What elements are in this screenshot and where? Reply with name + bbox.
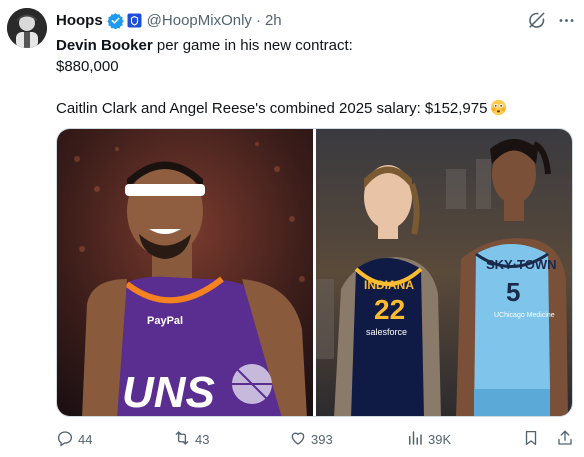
share-icon xyxy=(556,429,574,450)
tweet-line-1-rest: per game in his new contract: xyxy=(152,37,353,54)
tweet-actions: 44 43 393 39K xyxy=(56,428,576,452)
tweet-line-3-text: Caitlin Clark and Angel Reese's combined… xyxy=(56,100,488,117)
like-button[interactable]: 393 xyxy=(289,428,333,450)
repost-count: 43 xyxy=(195,431,210,447)
views-icon xyxy=(406,429,424,450)
repost-button[interactable]: 43 xyxy=(173,428,209,450)
tweet-card[interactable]: Hoops @HoopMixOnly · 2h Devin Booker per… xyxy=(0,0,584,457)
tweet-line-1: Devin Booker per game in his new contrac… xyxy=(56,35,571,56)
more-icon[interactable] xyxy=(557,11,576,30)
verified-badge-icon xyxy=(106,12,124,29)
reply-count: 44 xyxy=(78,431,93,447)
bookmark-icon xyxy=(522,429,540,450)
header-separator: · xyxy=(255,11,261,29)
views-button[interactable]: 39K xyxy=(406,428,451,450)
tweet-line-2: $880,000 xyxy=(56,58,119,75)
author-avatar[interactable] xyxy=(7,8,47,48)
reply-icon xyxy=(56,429,74,450)
author-name[interactable]: Hoops xyxy=(56,12,103,29)
grok-icon[interactable] xyxy=(527,11,546,30)
jersey-sponsor-uchicago: UChicago Medicine xyxy=(494,312,555,319)
author-handle[interactable]: @HoopMixOnly xyxy=(147,12,252,29)
tweet-text: Devin Booker per game in his new contrac… xyxy=(56,35,571,119)
repost-icon xyxy=(173,429,191,450)
reply-button[interactable]: 44 xyxy=(56,428,92,450)
tweet-mention-bold: Devin Booker xyxy=(56,37,153,54)
affiliate-badge-icon xyxy=(127,13,142,28)
tweet-timestamp[interactable]: 2h xyxy=(265,12,282,29)
share-button[interactable] xyxy=(556,428,574,450)
tweet-header: Hoops @HoopMixOnly · 2h xyxy=(56,10,282,30)
jersey-indiana-text: INDIANA xyxy=(364,278,414,292)
views-count: 39K xyxy=(428,431,452,447)
jersey-sky-text: SKY·TOWN xyxy=(486,257,557,272)
bookmark-button[interactable] xyxy=(522,428,540,450)
jersey-number-5: 5 xyxy=(506,277,520,307)
jersey-sponsor-paypal: PayPal xyxy=(147,315,183,327)
jersey-team-text: UNS xyxy=(122,368,215,416)
flushed-face-emoji xyxy=(490,99,507,116)
heart-icon xyxy=(289,429,307,450)
photo-devin-booker[interactable]: PayPal UNS xyxy=(57,129,313,416)
photo-clark-reese[interactable]: INDIANA 22 salesforce SKY·TOWN 5 UChicag… xyxy=(316,129,572,416)
jersey-sponsor-salesforce: salesforce xyxy=(366,327,407,337)
tweet-media[interactable]: PayPal UNS INDIANA 22 salesforce SKY·TOW… xyxy=(56,128,573,417)
like-count: 393 xyxy=(311,431,333,447)
jersey-number-22: 22 xyxy=(374,294,405,325)
tweet-line-3: Caitlin Clark and Angel Reese's combined… xyxy=(56,98,571,119)
